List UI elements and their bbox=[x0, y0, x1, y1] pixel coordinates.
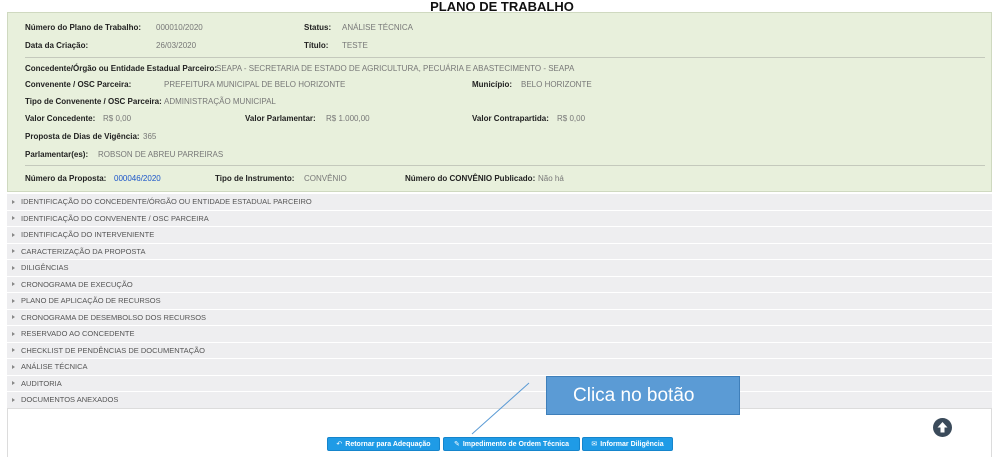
section-accordion: IDENTIFICAÇÃO DO CONCEDENTE/ÓRGÃO OU ENT… bbox=[7, 194, 992, 409]
accordion-item-label: CHECKLIST DE PENDÊNCIAS DE DOCUMENTAÇÃO bbox=[21, 345, 205, 355]
undo-icon: ↶ bbox=[336, 441, 343, 448]
accordion-item-label: IDENTIFICAÇÃO DO CONVENENTE / OSC PARCEI… bbox=[21, 213, 209, 223]
accordion-item-convenente[interactable]: IDENTIFICAÇÃO DO CONVENENTE / OSC PARCEI… bbox=[7, 210, 992, 226]
caret-right-icon bbox=[12, 348, 15, 353]
proposta-dias-label: Proposta de Dias de Vigência: bbox=[25, 132, 140, 141]
accordion-item-label: CRONOGRAMA DE DESEMBOLSO DOS RECURSOS bbox=[21, 312, 207, 322]
status-value: ANÁLISE TÉCNICA bbox=[342, 23, 413, 32]
valor-contrapartida-label: Valor Contrapartida: bbox=[472, 114, 549, 123]
caret-right-icon bbox=[12, 282, 15, 287]
convenente-value: PREFEITURA MUNICIPAL DE BELO HORIZONTE bbox=[164, 80, 346, 89]
tipo-instrumento-label: Tipo de Instrumento: bbox=[215, 174, 295, 183]
accordion-item-label: IDENTIFICAÇÃO DO CONCEDENTE/ÓRGÃO OU ENT… bbox=[21, 197, 312, 206]
caret-right-icon bbox=[12, 381, 15, 386]
accordion-item-concedente[interactable]: IDENTIFICAÇÃO DO CONCEDENTE/ÓRGÃO OU ENT… bbox=[7, 194, 992, 210]
tipo-convenente-label: Tipo de Convenente / OSC Parceira: bbox=[25, 97, 162, 106]
caret-right-icon bbox=[12, 364, 15, 369]
caret-right-icon bbox=[12, 397, 15, 402]
button-label: Impedimento de Ordem Técnica bbox=[462, 441, 570, 448]
valor-parlamentar-label: Valor Parlamentar: bbox=[245, 114, 316, 123]
parlamentar-value: ROBSON DE ABREU PARREIRAS bbox=[98, 150, 224, 159]
numero-plano-label: Número do Plano de Trabalho: bbox=[25, 23, 142, 32]
numero-convenio-label: Número do CONVÊNIO Publicado: bbox=[405, 174, 536, 183]
accordion-item-label: AUDITORIA bbox=[21, 378, 62, 388]
accordion-item-plano-aplicacao[interactable]: PLANO DE APLICAÇÃO DE RECURSOS bbox=[7, 293, 992, 309]
accordion-item-reservado-concedente[interactable]: RESERVADO AO CONCEDENTE bbox=[7, 326, 992, 342]
accordion-item-documentos-anexados[interactable]: DOCUMENTOS ANEXADOS bbox=[7, 392, 992, 408]
accordion-item-cronograma-desembolso[interactable]: CRONOGRAMA DE DESEMBOLSO DOS RECURSOS bbox=[7, 309, 992, 325]
caret-right-icon bbox=[12, 298, 15, 303]
titulo-label: Título: bbox=[304, 41, 329, 50]
numero-plano-value: 000010/2020 bbox=[156, 23, 203, 32]
caret-right-icon bbox=[12, 216, 15, 221]
concedente-value: SEAPA - SECRETARIA DE ESTADO DE AGRICULT… bbox=[216, 64, 575, 73]
valor-concedente-label: Valor Concedente: bbox=[25, 114, 96, 123]
accordion-item-label: IDENTIFICAÇÃO DO INTERVENIENTE bbox=[21, 230, 155, 239]
caret-right-icon bbox=[12, 199, 15, 204]
accordion-item-label: DILIGÊNCIAS bbox=[21, 263, 69, 272]
caret-right-icon bbox=[12, 331, 15, 336]
accordion-item-analise-tecnica[interactable]: ANÁLISE TÉCNICA bbox=[7, 359, 992, 375]
plan-info-panel: Número do Plano de Trabalho: 000010/2020… bbox=[7, 12, 992, 192]
status-label: Status: bbox=[304, 23, 332, 32]
accordion-item-interveniente[interactable]: IDENTIFICAÇÃO DO INTERVENIENTE bbox=[7, 227, 992, 243]
accordion-item-diligencias[interactable]: DILIGÊNCIAS bbox=[7, 260, 992, 276]
municipio-label: Município: bbox=[472, 80, 512, 89]
envelope-icon: ✉ bbox=[591, 441, 598, 448]
accordion-item-cronograma-execucao[interactable]: CRONOGRAMA DE EXECUÇÃO bbox=[7, 276, 992, 292]
scroll-to-top-button[interactable] bbox=[933, 418, 952, 437]
municipio-value: BELO HORIZONTE bbox=[521, 80, 592, 89]
convenente-label: Convenente / OSC Parceira: bbox=[25, 80, 132, 89]
valor-parlamentar-value: R$ 1.000,00 bbox=[326, 114, 370, 123]
retornar-adequacao-button[interactable]: ↶ Retornar para Adequação bbox=[327, 437, 440, 451]
concedente-label: Concedente/Órgão ou Entidade Estadual Pa… bbox=[25, 64, 218, 73]
accordion-item-label: CRONOGRAMA DE EXECUÇÃO bbox=[21, 279, 133, 289]
caret-right-icon bbox=[12, 315, 15, 320]
numero-proposta-link[interactable]: 000046/2020 bbox=[114, 174, 161, 183]
accordion-item-checklist[interactable]: CHECKLIST DE PENDÊNCIAS DE DOCUMENTAÇÃO bbox=[7, 342, 992, 358]
parlamentar-label: Parlamentar(es): bbox=[25, 150, 89, 159]
tipo-instrumento-value: CONVÊNIO bbox=[304, 174, 347, 183]
accordion-item-label: DOCUMENTOS ANEXADOS bbox=[21, 395, 119, 404]
accordion-item-label: PLANO DE APLICAÇÃO DE RECURSOS bbox=[21, 296, 161, 305]
pencil-icon: ✎ bbox=[453, 441, 460, 448]
numero-convenio-value: Não há bbox=[538, 174, 564, 183]
caret-right-icon bbox=[12, 249, 15, 254]
informar-diligencia-button[interactable]: ✉ Informar Diligência bbox=[582, 437, 673, 451]
impedimento-ordem-tecnica-button[interactable]: ✎ Impedimento de Ordem Técnica bbox=[443, 437, 580, 451]
accordion-item-caracterizacao[interactable]: CARACTERIZAÇÃO DA PROPOSTA bbox=[7, 243, 992, 259]
instruction-callout: Clica no botão bbox=[546, 376, 740, 415]
arrow-up-icon bbox=[937, 422, 948, 433]
valor-concedente-value: R$ 0,00 bbox=[103, 114, 132, 123]
divider bbox=[25, 57, 985, 58]
valor-contrapartida-value: R$ 0,00 bbox=[557, 114, 586, 123]
accordion-item-label: ANÁLISE TÉCNICA bbox=[21, 362, 88, 371]
accordion-item-auditoria[interactable]: AUDITORIA bbox=[7, 375, 992, 391]
button-label: Retornar para Adequação bbox=[345, 441, 431, 448]
numero-proposta-label: Número da Proposta: bbox=[25, 174, 107, 183]
accordion-item-label: RESERVADO AO CONCEDENTE bbox=[21, 329, 135, 338]
titulo-value: TESTE bbox=[342, 41, 368, 50]
caret-right-icon bbox=[12, 265, 15, 270]
accordion-item-label: CARACTERIZAÇÃO DA PROPOSTA bbox=[21, 246, 146, 256]
tipo-convenente-value: ADMINISTRAÇÃO MUNICIPAL bbox=[164, 97, 276, 106]
button-label: Informar Diligência bbox=[600, 441, 664, 448]
divider bbox=[25, 165, 985, 166]
data-criacao-value: 26/03/2020 bbox=[156, 41, 197, 50]
proposta-dias-value: 365 bbox=[143, 132, 157, 141]
data-criacao-label: Data da Criação: bbox=[25, 41, 89, 50]
caret-right-icon bbox=[12, 232, 15, 237]
